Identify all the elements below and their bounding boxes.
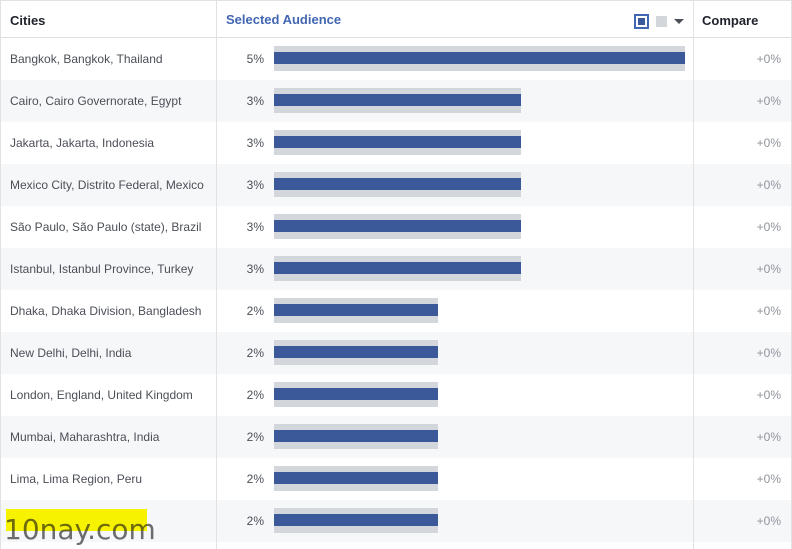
table-row: Lima, Lima Region, Peru 2% +0%	[1, 458, 791, 500]
city-name: Mumbai, Maharashtra, India	[10, 430, 160, 444]
audience-percent: 2%	[246, 304, 264, 318]
audience-bar[interactable]	[274, 94, 521, 106]
audience-bar[interactable]	[274, 52, 685, 64]
compare-value: +0%	[756, 430, 781, 444]
compare-value: +0%	[756, 94, 781, 108]
audience-bar[interactable]	[274, 472, 438, 484]
audience-bar[interactable]	[274, 430, 438, 442]
table-row: Jakarta, Jakarta, Indonesia 3% +0%	[1, 122, 791, 164]
audience-bar[interactable]	[274, 514, 438, 526]
selected-audience-column-header[interactable]: Selected Audience	[226, 12, 341, 27]
audience-percent: 3%	[246, 94, 264, 108]
compare-column-header[interactable]: Compare	[702, 13, 758, 28]
city-name: Bangkok, Bangkok, Thailand	[10, 52, 163, 66]
audience-bar[interactable]	[274, 262, 521, 274]
city-name: Istanbul, Istanbul Province, Turkey	[10, 262, 194, 276]
table-row: Mexico City, Distrito Federal, Mexico 3% +…	[1, 164, 791, 206]
table-body: Bangkok, Bangkok, Thailand 5% +0% Cairo, Ca…	[1, 38, 791, 542]
compare-value: +0%	[756, 262, 781, 276]
audience-percent: 2%	[246, 346, 264, 360]
audience-percent: 2%	[246, 514, 264, 528]
city-name: São Paulo, São Paulo (state), Brazil	[10, 220, 202, 234]
watermark: 10nay.com	[4, 513, 156, 546]
compare-value: +0%	[756, 136, 781, 150]
compare-value: +0%	[756, 52, 781, 66]
compare-legend-icon[interactable]	[656, 16, 667, 27]
city-name: Mexico City, Distrito Federal, Mexico	[10, 178, 204, 192]
audience-bar[interactable]	[274, 304, 438, 316]
compare-value: +0%	[756, 472, 781, 486]
table-row: Mumbai, Maharashtra, India 2% +0%	[1, 416, 791, 458]
compare-value: +0%	[756, 514, 781, 528]
compare-value: +0%	[756, 178, 781, 192]
audience-percent: 3%	[246, 262, 264, 276]
table-row: Istanbul, Istanbul Province, Turkey 3% +0%	[1, 248, 791, 290]
audience-bar[interactable]	[274, 346, 438, 358]
audience-percent: 3%	[246, 220, 264, 234]
column-divider	[693, 0, 694, 549]
audience-bar[interactable]	[274, 388, 438, 400]
table-row: London, England, United Kingdom 2% +0%	[1, 374, 791, 416]
table-header: Cities Selected Audience Compare	[1, 0, 791, 38]
audience-bar[interactable]	[274, 178, 521, 190]
table-row: São Paulo, São Paulo (state), Brazil 3% +0…	[1, 206, 791, 248]
audience-percent: 2%	[246, 430, 264, 444]
city-name: Lima, Lima Region, Peru	[10, 472, 143, 486]
compare-value: +0%	[756, 388, 781, 402]
column-divider	[216, 0, 217, 549]
city-name: Dhaka, Dhaka Division, Bangladesh	[10, 304, 202, 318]
audience-percent: 5%	[246, 52, 264, 66]
compare-value: +0%	[756, 346, 781, 360]
audience-percent: 3%	[246, 136, 264, 150]
table-row: Cairo, Cairo Governorate, Egypt 3% +0%	[1, 80, 791, 122]
audience-percent: 2%	[246, 472, 264, 486]
audience-bar[interactable]	[274, 220, 521, 232]
chevron-down-icon[interactable]	[674, 19, 684, 24]
compare-value: +0%	[756, 304, 781, 318]
compare-value: +0%	[756, 220, 781, 234]
city-name: Jakarta, Jakarta, Indonesia	[10, 136, 155, 150]
audience-percent: 3%	[246, 178, 264, 192]
city-name: Cairo, Cairo Governorate, Egypt	[10, 94, 182, 108]
audience-bar[interactable]	[274, 136, 521, 148]
audience-percent: 2%	[246, 388, 264, 402]
table-row: Dhaka, Dhaka Division, Bangladesh 2% +0%	[1, 290, 791, 332]
table-row: New Delhi, Delhi, India 2% +0%	[1, 332, 791, 374]
cities-column-header[interactable]: Cities	[10, 13, 45, 28]
selected-audience-legend-icon[interactable]	[634, 14, 649, 29]
city-name: London, England, United Kingdom	[10, 388, 193, 402]
table-row: Bangkok, Bangkok, Thailand 5% +0%	[1, 38, 791, 80]
audience-cities-table: Cities Selected Audience Compare Bangkok…	[0, 0, 792, 549]
city-name: New Delhi, Delhi, India	[10, 346, 132, 360]
